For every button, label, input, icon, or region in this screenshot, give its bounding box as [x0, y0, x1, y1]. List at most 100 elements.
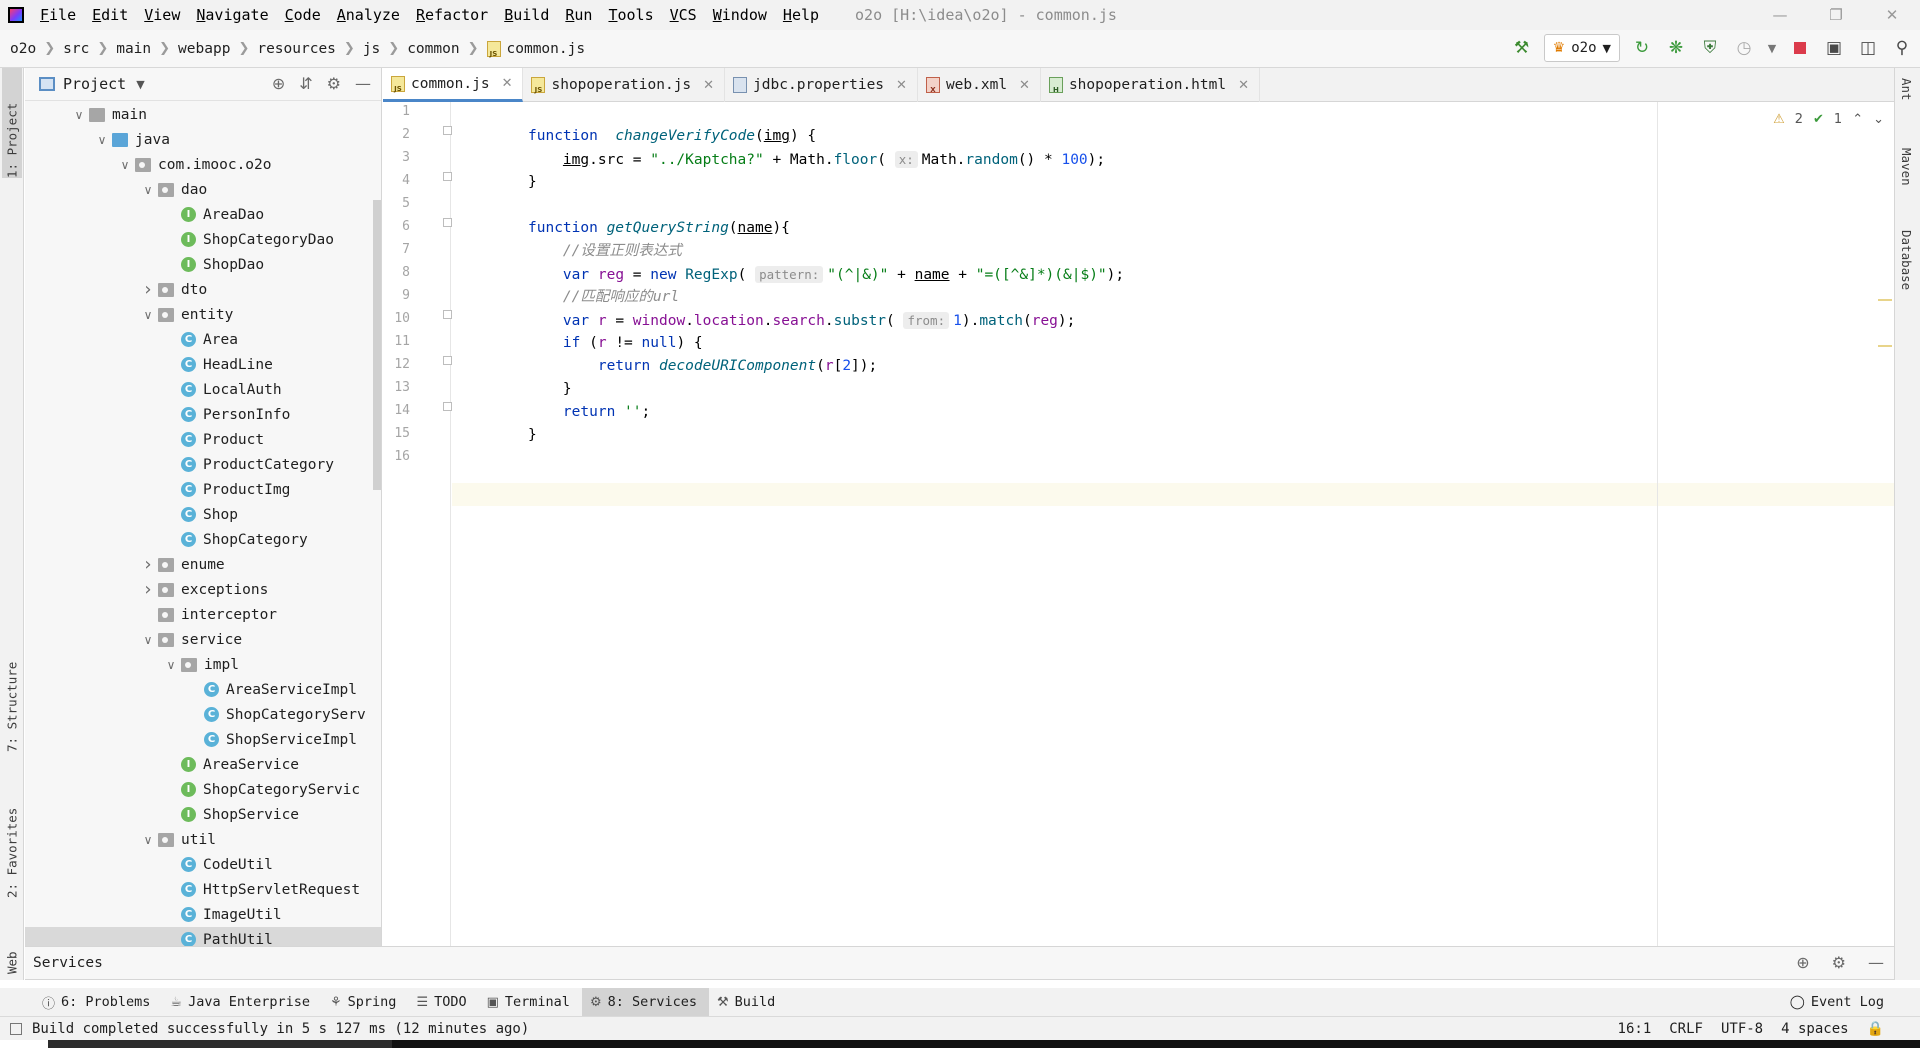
- tool-tab[interactable]: ☕ Java Enterprise: [162, 988, 322, 1016]
- chevron-right-icon[interactable]: ›: [138, 554, 158, 575]
- tool-windows-toggle-icon[interactable]: [10, 1022, 22, 1035]
- menu-edit[interactable]: Edit: [84, 6, 136, 24]
- tree-item[interactable]: C HeadLine: [25, 352, 381, 377]
- line-number[interactable]: 5: [402, 196, 410, 211]
- line-number[interactable]: 10: [394, 311, 410, 326]
- menu-view[interactable]: View: [136, 6, 188, 24]
- chevron-down-icon[interactable]: ∨: [92, 133, 112, 147]
- chevron-down-icon[interactable]: ∨: [69, 108, 89, 122]
- gear-icon[interactable]: ⚙: [327, 74, 341, 93]
- minimize-icon[interactable]: —: [1752, 0, 1808, 30]
- tree-item[interactable]: C Area: [25, 327, 381, 352]
- close-tab-icon[interactable]: ✕: [703, 78, 714, 93]
- tree-item[interactable]: › enume: [25, 552, 381, 577]
- menu-navigate[interactable]: Navigate: [188, 6, 276, 24]
- tree-item[interactable]: I ShopCategoryDao: [25, 227, 381, 252]
- tree-item[interactable]: ∨ service: [25, 627, 381, 652]
- chevron-up-icon[interactable]: ⌃: [1852, 112, 1863, 127]
- project-structure-icon[interactable]: ▣: [1822, 36, 1846, 60]
- menu-window[interactable]: Window: [705, 6, 775, 24]
- close-tab-icon[interactable]: ✕: [1019, 78, 1030, 93]
- tool-tab[interactable]: ⚒ Build: [709, 988, 787, 1016]
- warning-stripe-marker[interactable]: [1878, 345, 1892, 347]
- maven-tool-tab[interactable]: Maven: [1899, 148, 1914, 186]
- chevron-down-icon[interactable]: ∨: [138, 833, 158, 847]
- close-window-icon[interactable]: ✕: [1864, 0, 1920, 30]
- tree-item[interactable]: interceptor: [25, 602, 381, 627]
- menu-run[interactable]: Run: [557, 6, 600, 24]
- tree-item[interactable]: C ImageUtil: [25, 902, 381, 927]
- line-number[interactable]: 4: [402, 173, 410, 188]
- lock-icon[interactable]: 🔒: [1867, 1021, 1884, 1037]
- gear-icon[interactable]: ⚙: [1832, 953, 1846, 972]
- tree-item[interactable]: I ShopDao: [25, 252, 381, 277]
- tree-item[interactable]: C CodeUtil: [25, 852, 381, 877]
- favorites-tool-tab[interactable]: 2: Favorites: [2, 792, 22, 898]
- tree-item[interactable]: › exceptions: [25, 577, 381, 602]
- editor-tab[interactable]: jdbc.properties ✕: [725, 68, 918, 102]
- chevron-down-icon[interactable]: ∨: [115, 158, 135, 172]
- tree-scrollbar[interactable]: [373, 200, 381, 490]
- fold-marker-icon[interactable]: [443, 356, 452, 365]
- tree-item[interactable]: C ShopCategoryServ: [25, 702, 381, 727]
- collapse-all-icon[interactable]: ⇵: [299, 74, 312, 93]
- locate-icon[interactable]: ⊕: [272, 74, 285, 93]
- line-number[interactable]: 3: [402, 150, 410, 165]
- line-number[interactable]: 8: [402, 265, 410, 280]
- breadcrumb-item[interactable]: src: [63, 41, 89, 57]
- hide-panel-icon[interactable]: —: [1868, 953, 1884, 972]
- restore-icon[interactable]: ❐: [1808, 0, 1864, 30]
- editor-tab[interactable]: JS common.js ✕: [383, 68, 524, 102]
- file-encoding[interactable]: UTF-8: [1721, 1021, 1763, 1037]
- line-number[interactable]: 1: [402, 104, 410, 119]
- tree-item[interactable]: C Product: [25, 427, 381, 452]
- tree-item[interactable]: I AreaService: [25, 752, 381, 777]
- indent-setting[interactable]: 4 spaces: [1781, 1021, 1848, 1037]
- tree-item[interactable]: ∨ com.imooc.o2o: [25, 152, 381, 177]
- fold-marker-icon[interactable]: [443, 310, 452, 319]
- tool-tab[interactable]: ⓘ 6: Problems: [34, 988, 162, 1016]
- breadcrumb-item[interactable]: js: [363, 41, 380, 57]
- tree-item[interactable]: ∨ impl: [25, 652, 381, 677]
- tree-item[interactable]: › dto: [25, 277, 381, 302]
- tree-item[interactable]: ∨ util: [25, 827, 381, 852]
- coverage-icon[interactable]: ⛨: [1698, 36, 1722, 60]
- menu-help[interactable]: Help: [775, 6, 827, 24]
- tree-item[interactable]: C PersonInfo: [25, 402, 381, 427]
- project-panel-title[interactable]: Project: [63, 75, 126, 93]
- tree-item[interactable]: C HttpServletRequest: [25, 877, 381, 902]
- tree-item[interactable]: ∨ entity: [25, 302, 381, 327]
- line-separator[interactable]: CRLF: [1669, 1021, 1703, 1037]
- profile-icon[interactable]: ◷: [1732, 36, 1756, 60]
- line-number[interactable]: 11: [394, 334, 410, 349]
- line-number[interactable]: 12: [394, 357, 410, 372]
- stop-icon[interactable]: [1788, 36, 1812, 60]
- tree-item[interactable]: C ProductCategory: [25, 452, 381, 477]
- tree-item[interactable]: C LocalAuth: [25, 377, 381, 402]
- breadcrumb-item[interactable]: common: [407, 41, 459, 57]
- chevron-down-icon[interactable]: ∨: [138, 183, 158, 197]
- chevron-down-icon[interactable]: ⌄: [1873, 112, 1884, 127]
- close-tab-icon[interactable]: ✕: [1238, 78, 1249, 93]
- tree-item[interactable]: I AreaDao: [25, 202, 381, 227]
- tool-tab[interactable]: ⚘ Spring: [322, 988, 408, 1016]
- line-number[interactable]: 15: [394, 426, 410, 441]
- editor-tab[interactable]: Xweb.xml ✕: [918, 68, 1041, 102]
- fold-marker-icon[interactable]: [443, 172, 452, 181]
- menu-file[interactable]: File: [32, 6, 84, 24]
- fold-marker-icon[interactable]: [443, 402, 452, 411]
- tree-item[interactable]: I ShopService: [25, 802, 381, 827]
- chevron-down-icon[interactable]: ▼: [1766, 36, 1778, 60]
- status-message[interactable]: Build completed successfully in 5 s 127 …: [32, 1021, 529, 1037]
- tree-item[interactable]: ∨ dao: [25, 177, 381, 202]
- chevron-down-icon[interactable]: ▼: [136, 78, 144, 91]
- fold-marker-icon[interactable]: [443, 126, 452, 135]
- close-tab-icon[interactable]: ✕: [896, 78, 907, 93]
- chevron-down-icon[interactable]: ∨: [138, 308, 158, 322]
- editor-tab[interactable]: JS shopoperation.js ✕: [523, 68, 726, 102]
- tree-item[interactable]: C ShopServiceImpl: [25, 727, 381, 752]
- tree-item[interactable]: C PathUtil: [25, 927, 381, 946]
- caret-position[interactable]: 16:1: [1618, 1021, 1652, 1037]
- web-tool-tab[interactable]: Web: [2, 928, 22, 974]
- tree-item[interactable]: C ProductImg: [25, 477, 381, 502]
